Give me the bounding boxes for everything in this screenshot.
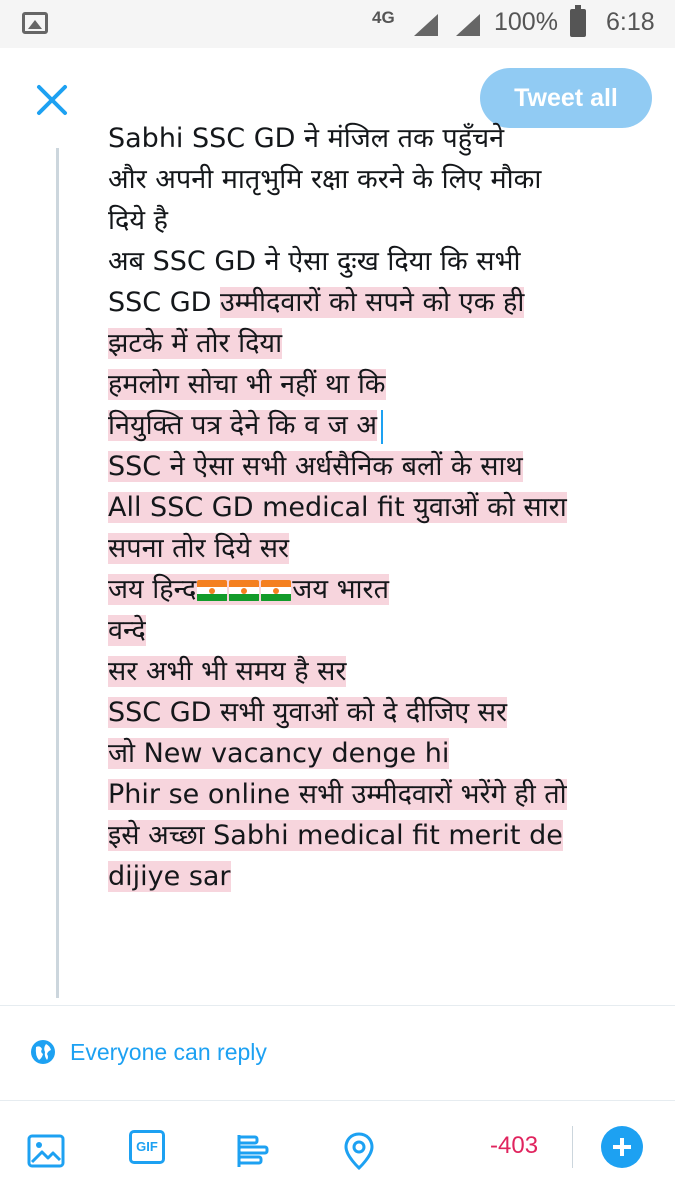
over-limit-highlight: इसे अच्छा Sabhi medical fit merit de: [108, 820, 563, 851]
text-line: Phir se online सभी उम्मीदवारों भरेंगे ही…: [108, 774, 648, 815]
location-pin-icon[interactable]: [337, 1129, 381, 1173]
text-line: झटके में तोर दिया: [108, 323, 648, 364]
over-limit-highlight: All SSC GD medical fit युवाओं को सारा: [108, 492, 567, 523]
over-limit-highlight: सर अभी भी समय है सर: [108, 656, 347, 687]
battery-icon: [570, 5, 586, 37]
character-count: -403: [490, 1132, 539, 1159]
tweet-text[interactable]: Sabhi SSC GD ने मंजिल तक पहुँचने और अपनी…: [108, 118, 648, 897]
close-icon[interactable]: [30, 78, 74, 122]
cell-signal-icon: [414, 14, 438, 36]
over-limit-highlight: dijiye sar: [108, 861, 231, 892]
network-type: 4G: [372, 8, 395, 27]
text-line: अब SSC GD ने ऐसा दुःख दिया कि सभी: [108, 246, 521, 277]
text-line: SSC GD उम्मीदवारों को सपने को एक ही: [108, 282, 648, 323]
image-icon[interactable]: [24, 1129, 68, 1173]
text-line: दिये है: [108, 205, 168, 236]
compose-toolbar: [0, 1105, 675, 1200]
thread-connector-line: [56, 148, 59, 998]
toolbar-separator: [572, 1126, 573, 1168]
poll-icon[interactable]: [233, 1129, 277, 1173]
india-flag-icon: [229, 579, 260, 602]
text-line: जय हिन्द जय भारत: [108, 569, 648, 610]
text-line: वन्दे: [108, 610, 648, 651]
text-line: SSC GD सभी युवाओं को दे दीजिए सर: [108, 692, 648, 733]
text-line: dijiye sar: [108, 856, 648, 897]
reply-settings-label: Everyone can reply: [70, 1038, 267, 1065]
gif-button[interactable]: GIF: [129, 1130, 165, 1164]
text-cursor: [380, 409, 383, 444]
text-line: सर अभी भी समय है सर: [108, 651, 648, 692]
over-limit-highlight: उम्मीदवारों को सपने को एक ही: [220, 287, 525, 318]
status-bar: 4G 100% 6:18: [0, 0, 675, 48]
over-limit-highlight: झटके में तोर दिया: [108, 328, 283, 359]
over-limit-highlight: नियुक्ति पत्र देने कि व ज अ: [108, 410, 377, 441]
over-limit-highlight: वन्दे: [108, 615, 146, 646]
battery-percentage: 100%: [494, 8, 558, 36]
text-segment: SSC GD: [108, 287, 221, 318]
text-line: SSC ने ऐसा सभी अर्धसैनिक बलों के साथ: [108, 446, 648, 487]
globe-icon: [31, 1040, 55, 1064]
text-line: सपना तोर दिये सर: [108, 528, 648, 569]
over-limit-highlight: जो New vacancy denge hi: [108, 738, 450, 769]
over-limit-highlight: सपना तोर दिये सर: [108, 533, 290, 564]
india-flag-icon: [197, 579, 228, 602]
text-line: जो New vacancy denge hi: [108, 733, 648, 774]
text-line: All SSC GD medical fit युवाओं को सारा: [108, 487, 648, 528]
text-segment: जय भारत: [292, 574, 389, 605]
india-flag-icon: [261, 579, 292, 602]
divider: [0, 1005, 675, 1006]
image-notification-icon: [22, 12, 48, 34]
reply-settings-button[interactable]: Everyone can reply: [30, 1032, 267, 1072]
text-line: इसे अच्छा Sabhi medical fit merit de: [108, 815, 648, 856]
tweet-compose-area[interactable]: Sabhi SSC GD ने मंजिल तक पहुँचने और अपनी…: [108, 118, 648, 968]
text-line: और अपनी मातृभुमि रक्षा करने के लिए मौका: [108, 164, 542, 195]
text-line: नियुक्ति पत्र देने कि व ज अ: [108, 405, 648, 446]
clock: 6:18: [606, 8, 655, 36]
add-tweet-button[interactable]: [601, 1126, 643, 1168]
divider: [0, 1100, 675, 1101]
over-limit-highlight: SSC GD सभी युवाओं को दे दीजिए सर: [108, 697, 508, 728]
over-limit-highlight: जय हिन्द जय भारत: [108, 574, 389, 605]
text-line: हमलोग सोचा भी नहीं था कि: [108, 364, 648, 405]
text-line: Sabhi SSC GD ने मंजिल तक पहुँचने: [108, 123, 505, 154]
text-segment: जय हिन्द: [108, 574, 197, 605]
over-limit-highlight: Phir se online सभी उम्मीदवारों भरेंगे ही…: [108, 779, 567, 810]
over-limit-highlight: SSC ने ऐसा सभी अर्धसैनिक बलों के साथ: [108, 451, 523, 482]
over-limit-highlight: हमलोग सोचा भी नहीं था कि: [108, 369, 386, 400]
cell-signal-2-icon: [456, 14, 480, 36]
